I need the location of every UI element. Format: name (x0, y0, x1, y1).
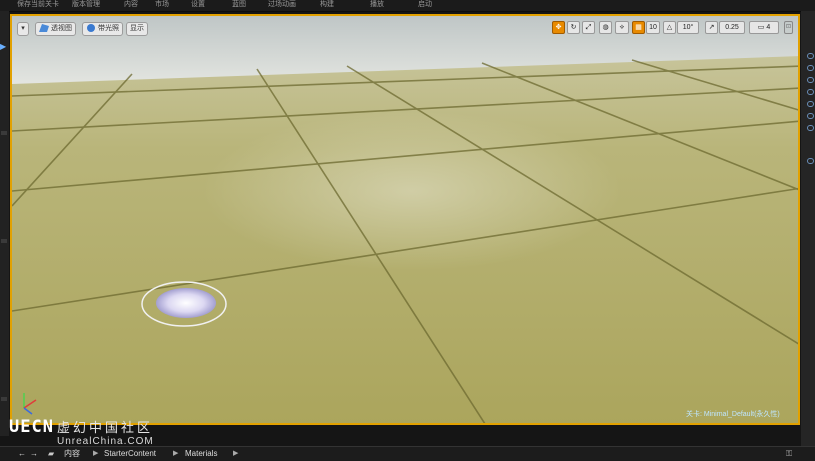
breadcrumb-separator-icon[interactable]: ▶ (93, 448, 98, 460)
scale-snap-value[interactable]: 0.25 (719, 21, 745, 34)
perspective-label: 透视图 (51, 25, 72, 32)
visibility-eye-icon[interactable] (807, 158, 814, 164)
rotation-snap-value[interactable]: 10° (677, 21, 699, 34)
level-name-label: 关卡: Minimal_Default(永久性) (686, 411, 780, 418)
camera-icon: ▭ (757, 24, 765, 31)
viewport-options-button[interactable]: ▾ (17, 22, 29, 36)
lit-sphere-icon (86, 24, 96, 33)
breadcrumb-content[interactable]: 内容 (64, 448, 80, 460)
view-mode-button[interactable]: 带光照 (82, 22, 123, 36)
menu-item-source-control[interactable]: 版本管理 (72, 0, 100, 10)
menu-item-settings[interactable]: 设置 (191, 0, 205, 10)
left-panel-strip: ▶ (0, 11, 9, 436)
perspective-button[interactable]: 透视图 (35, 22, 76, 36)
rotation-snap-icon[interactable]: △ (663, 21, 676, 34)
viewport-scene (12, 16, 798, 423)
visibility-eye-icon[interactable] (807, 125, 814, 131)
breadcrumb-separator-icon[interactable]: ▶ (173, 448, 178, 460)
content-browser-path-bar: ← → ▰ 内容 ▶ StarterContent ▶ Materials ▶ … (0, 446, 815, 461)
site-logo: UECN (9, 417, 54, 437)
lock-icon[interactable]: ⚿ (786, 448, 792, 460)
menu-item-save[interactable]: 保存当前关卡 (17, 0, 59, 10)
chevron-down-icon: ▾ (21, 25, 25, 32)
panel-divider (1, 239, 7, 243)
site-name-cn: 虚幻中国社区 (57, 420, 154, 435)
menu-item-build[interactable]: 构建 (320, 0, 334, 10)
menu-item-marketplace[interactable]: 市场 (155, 0, 169, 10)
right-panel-strip (801, 11, 815, 460)
visibility-eye-icon[interactable] (807, 53, 814, 59)
visibility-eye-icon[interactable] (807, 65, 814, 71)
top-toolbar: 保存当前关卡 版本管理 内容 市场 设置 蓝图 过场动画 构建 播放 启动 (0, 0, 815, 12)
perspective-icon (39, 24, 49, 33)
menu-item-cinematics[interactable]: 过场动画 (268, 0, 296, 10)
panel-divider (1, 397, 7, 401)
menu-item-blueprints[interactable]: 蓝图 (232, 0, 246, 10)
grid-snap-value[interactable]: 10 (646, 21, 660, 34)
translate-tool-icon[interactable]: ✥ (552, 21, 565, 34)
grid-snap-icon[interactable]: ▦ (632, 21, 645, 34)
rotate-tool-icon[interactable]: ↻ (567, 21, 580, 34)
menu-item-launch[interactable]: 启动 (418, 0, 432, 10)
menu-item-content[interactable]: 内容 (124, 0, 138, 10)
forward-arrow-icon[interactable]: → (30, 448, 38, 460)
menu-item-play[interactable]: 播放 (370, 0, 384, 10)
point-light-glow[interactable] (156, 288, 216, 318)
camera-speed-button[interactable]: ▭ 4 (749, 21, 779, 34)
surface-snap-icon[interactable]: ⟡ (615, 21, 629, 34)
back-arrow-icon[interactable]: ← (18, 448, 26, 460)
breadcrumb-materials[interactable]: Materials (185, 448, 217, 460)
scale-snap-icon[interactable]: ↗ (705, 21, 718, 34)
breadcrumb-startercontent[interactable]: StarterContent (104, 448, 156, 460)
visibility-eye-icon[interactable] (807, 113, 814, 119)
world-local-icon[interactable]: ◍ (599, 21, 612, 34)
maximize-viewport-icon[interactable]: ⊡ (784, 21, 793, 34)
view-mode-label: 带光照 (98, 25, 119, 32)
panel-collapse-arrow-icon[interactable]: ▶ (0, 42, 8, 52)
folder-icon: ▰ (48, 449, 55, 458)
show-label: 显示 (130, 25, 144, 32)
visibility-eye-icon[interactable] (807, 89, 814, 95)
level-viewport[interactable]: ▾ 透视图 带光照 显示 ✥ ↻ ⤢ ◍ ⟡ ▦ 10 △ 10° ↗ 0.25… (10, 14, 800, 425)
breadcrumb-separator-icon[interactable]: ▶ (233, 448, 238, 460)
floor-highlight (202, 111, 622, 271)
panel-divider (1, 131, 7, 135)
scale-tool-icon[interactable]: ⤢ (582, 21, 595, 34)
show-button[interactable]: 显示 (126, 22, 148, 36)
camera-speed-value: 4 (766, 24, 771, 31)
visibility-eye-icon[interactable] (807, 101, 814, 107)
visibility-eye-icon[interactable] (807, 77, 814, 83)
